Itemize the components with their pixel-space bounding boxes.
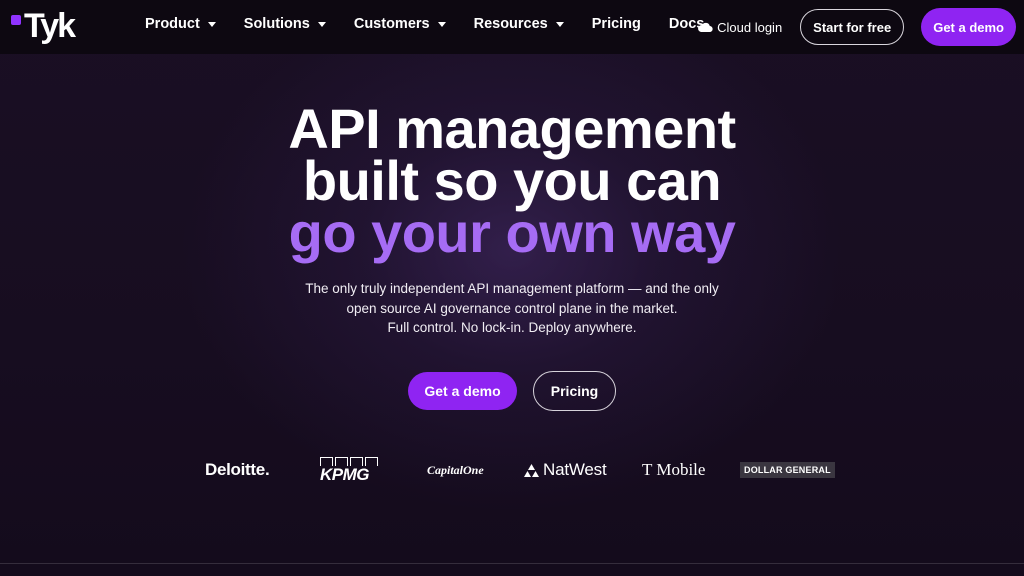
chevron-down-icon: [207, 22, 216, 27]
cloud-login-link[interactable]: Cloud login: [697, 20, 782, 35]
dollar-general-logo-text: DOLLAR GENERAL: [740, 462, 835, 478]
chevron-down-icon: [555, 22, 564, 27]
dollar-general-logo: DOLLAR GENERAL: [740, 450, 835, 490]
hero-title-line-1: API management: [288, 97, 736, 160]
capital-one-logo: CapitalOne: [427, 462, 484, 477]
chevron-down-icon: [317, 22, 326, 27]
tmobile-logo: T Mobile: [642, 460, 706, 479]
nav-actions: Cloud login Start for free Get a demo: [697, 7, 1016, 47]
deloitte-logo: Deloitte.: [205, 460, 270, 479]
nav-menu: Product Solutions Customers Resources Pr…: [145, 0, 732, 48]
top-nav: Tyk Product Solutions Customers Resource…: [0, 0, 1024, 54]
hero-subtitle-line-2: open source AI governance control plane …: [346, 300, 678, 316]
get-demo-nav-button[interactable]: Get a demo: [921, 8, 1016, 46]
nav-item-label: Pricing: [591, 16, 641, 32]
natwest-logo-icon: [524, 463, 539, 477]
section-divider: [0, 563, 1024, 564]
nav-item-label: Resources: [473, 16, 548, 32]
nav-item-product[interactable]: Product: [145, 16, 216, 32]
logo-text: Tyk: [24, 7, 76, 45]
cloud-icon: [698, 22, 713, 33]
nav-item-resources[interactable]: Resources: [474, 16, 564, 32]
get-demo-button[interactable]: Get a demo: [408, 372, 517, 410]
hero-title: API management built so you can go your …: [0, 97, 1024, 264]
nav-item-label: Product: [145, 16, 200, 32]
hero-title-line-2: built so you can: [302, 149, 722, 212]
hero-title-accent: go your own way: [288, 201, 736, 264]
start-free-button[interactable]: Start for free: [800, 9, 905, 45]
cloud-login-label: Cloud login: [717, 19, 783, 35]
hero-subtitle-line-1: The only truly independent API managemen…: [305, 281, 719, 296]
chevron-down-icon: [437, 22, 446, 27]
tyk-logo[interactable]: Tyk: [11, 7, 76, 45]
pricing-button[interactable]: Pricing: [533, 371, 616, 411]
nav-item-label: Customers: [353, 16, 430, 32]
logo-square-icon: [11, 15, 21, 25]
hero-cta-row: Get a demo Pricing: [408, 371, 616, 411]
hero-subtitle: The only truly independent API managemen…: [0, 279, 1024, 338]
hero-subtitle-line-3: Full control. No lock-in. Deploy anywher…: [387, 320, 637, 335]
natwest-logo: NatWest: [524, 450, 607, 490]
nav-item-customers[interactable]: Customers: [354, 16, 446, 32]
kpmg-logo: KPMG: [320, 450, 380, 490]
kpmg-logo-text: KPMG: [320, 465, 370, 484]
nav-item-pricing[interactable]: Pricing: [592, 16, 641, 32]
nav-item-label: Solutions: [243, 16, 310, 32]
natwest-logo-text: NatWest: [543, 460, 607, 479]
nav-item-solutions[interactable]: Solutions: [244, 16, 326, 32]
customer-logos: Deloitte. KPMG CapitalOne NatWest T Mobi…: [0, 450, 1024, 490]
